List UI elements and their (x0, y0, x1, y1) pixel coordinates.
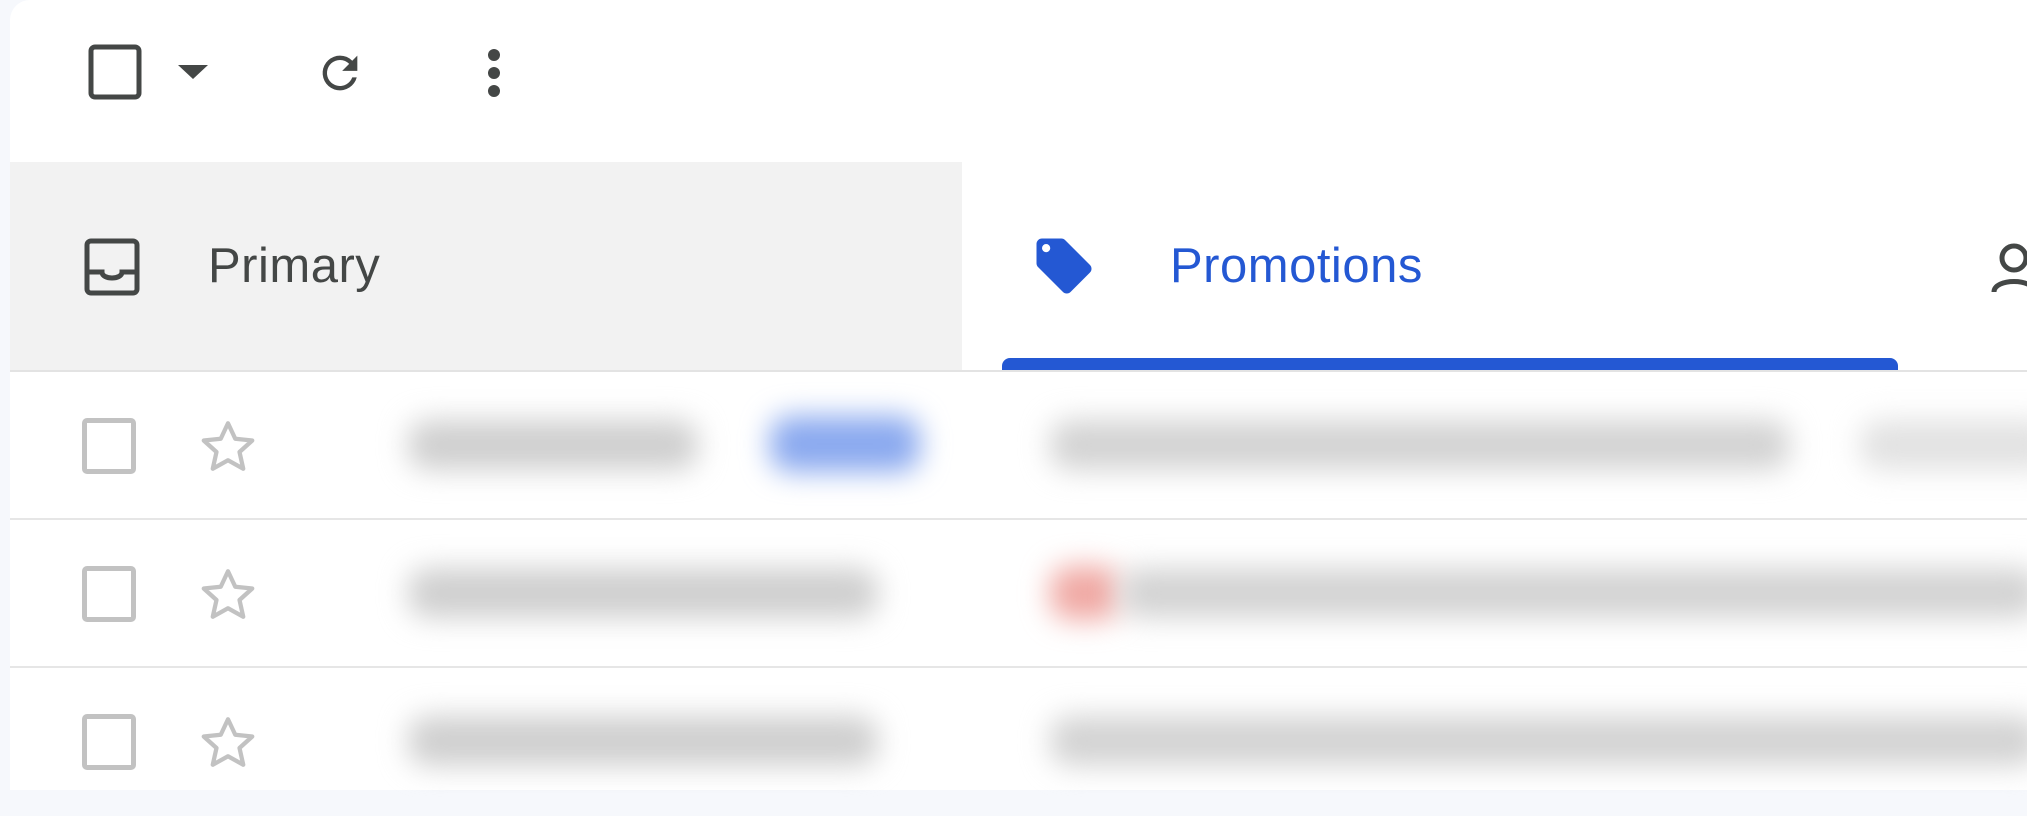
caret-down-icon (178, 65, 208, 79)
emoji-redacted (1050, 566, 1120, 620)
refresh-icon (322, 55, 358, 91)
refresh-button[interactable] (308, 42, 372, 104)
star-icon[interactable] (196, 564, 260, 626)
email-row[interactable] (10, 372, 2027, 520)
checkbox-empty-icon (88, 44, 142, 100)
email-row[interactable] (10, 668, 2027, 816)
tab-primary[interactable]: Primary (10, 162, 962, 370)
tag-icon (1028, 230, 1100, 302)
snippet-redacted (1860, 420, 2027, 470)
mail-app-window: Primary Promotions (10, 0, 2027, 790)
select-menu-button[interactable] (168, 52, 218, 92)
subject-redacted (1120, 568, 2027, 618)
subject-redacted (1050, 420, 1790, 470)
tab-social[interactable] (1970, 162, 2027, 370)
more-vert-icon (488, 49, 500, 97)
row-checkbox[interactable] (82, 418, 136, 474)
star-icon[interactable] (196, 416, 260, 478)
subject-redacted (1050, 716, 2027, 766)
sender-redacted (408, 716, 878, 766)
toolbar (10, 0, 2027, 162)
label-redacted (770, 416, 920, 472)
select-all-checkbox[interactable] (80, 42, 150, 102)
email-list (10, 372, 2027, 816)
row-checkbox[interactable] (82, 566, 136, 622)
email-row[interactable] (10, 520, 2027, 668)
star-icon[interactable] (196, 712, 260, 774)
more-options-button[interactable] (468, 42, 520, 104)
sender-redacted (408, 568, 878, 618)
tab-label: Primary (208, 239, 381, 293)
category-tabs: Primary Promotions (10, 162, 2027, 372)
sender-redacted (408, 420, 698, 470)
active-tab-indicator (1002, 358, 1898, 370)
people-icon (1990, 238, 2027, 298)
inbox-icon (80, 232, 144, 302)
row-checkbox[interactable] (82, 714, 136, 770)
tab-promotions[interactable]: Promotions (962, 162, 1922, 370)
tab-label: Promotions (1170, 239, 1423, 293)
